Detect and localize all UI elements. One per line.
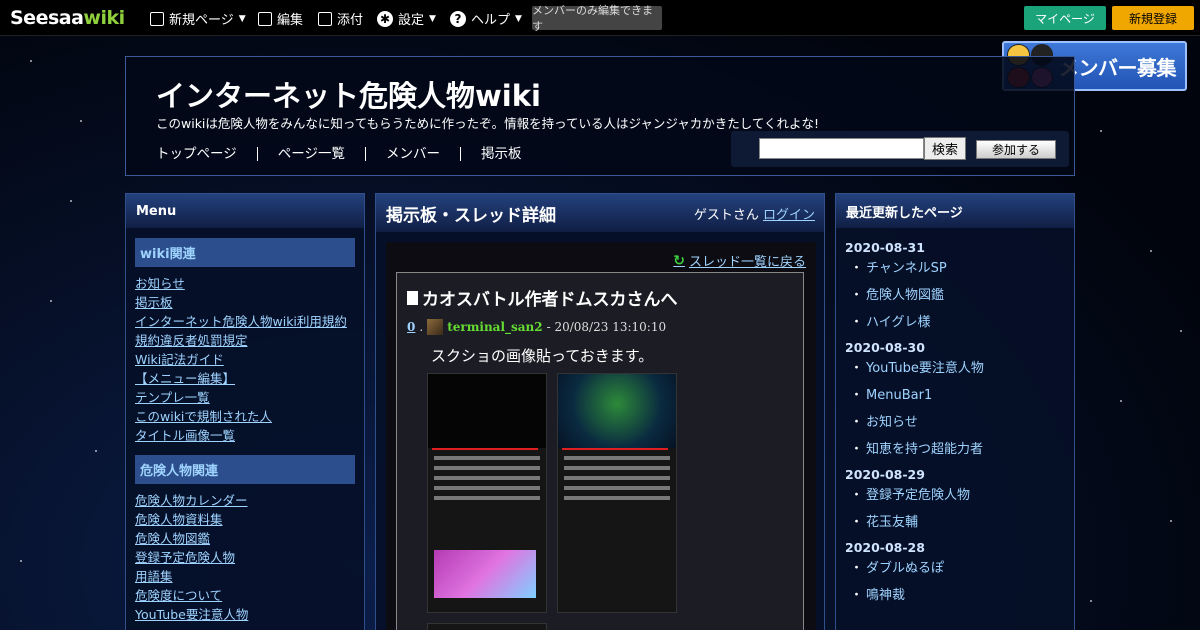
menu-link[interactable]: お知らせ [135,276,185,291]
recent-title: 最近更新したページ [836,194,1074,228]
thread-area: ↻ スレッド一覧に戻る カオスバトル作者ドムスカさんへ 0 . terminal… [386,242,816,630]
join-button[interactable]: 参加する [976,140,1056,159]
gear-icon: ✱ [377,10,393,27]
menu-link[interactable]: Wiki記法ガイド [135,352,224,367]
date-heading: 2020-08-29 [845,467,925,482]
post-number-link[interactable]: 0 [407,320,415,334]
post-author: terminal_san2 [447,320,543,334]
left-menu-panel: Menu wiki関連 お知らせ 掲示板 インターネット危険人物wiki利用規約… [125,193,365,630]
recent-page-link[interactable]: 登録予定危険人物 [850,482,1074,509]
mypage-button[interactable]: マイページ [1024,6,1106,30]
menu-link[interactable]: このwikiで規制された人 [135,409,272,424]
menu-link[interactable]: タイトル画像一覧 [135,428,235,443]
caret-down-icon: ▼ [515,13,522,24]
recent-page-link[interactable]: お知らせ [850,409,1074,436]
menu-link[interactable]: 【メニュー編集】 [135,371,235,386]
date-heading: 2020-08-28 [845,540,925,555]
nav-members[interactable]: メンバー [364,147,460,161]
recent-page-link[interactable]: MenuBar1 [850,382,1074,409]
thread-panel: 掲示板・スレッド詳細 ゲストさん ログイン ↻ スレッド一覧に戻る カオスバトル… [375,193,825,630]
recent-page-link[interactable]: 知恵を持つ超能力者 [850,436,1074,463]
nav-top-page[interactable]: トップページ [156,147,257,161]
global-nav: トップページ ページ一覧 メンバー 掲示板 [156,147,541,161]
signup-button[interactable]: 新規登録 [1112,6,1194,30]
menu-link[interactable]: 規約違反者処罰規定 [135,333,248,348]
nav-board[interactable]: 掲示板 [459,147,542,161]
site-description: このwikiは危険人物をみんなに知ってもらうために作ったぞ。情報を持っている人は… [156,116,820,131]
recent-page-link[interactable]: 鳴神裁 [850,582,1074,609]
recent-page-link[interactable]: 花玉友輔 [850,509,1074,536]
search-button[interactable]: 検索 [924,137,966,160]
help-menu[interactable]: ? ヘルプ ▼ [450,9,522,28]
page-title: 掲示板・スレッド詳細 [386,205,556,226]
thread-box: カオスバトル作者ドムスカさんへ 0 . terminal_san2 - 20/0… [396,272,804,630]
recent-page-link[interactable]: ハイグレ様 [850,309,1074,336]
guest-status: ゲストさん ログイン [693,207,815,223]
search-input[interactable] [759,138,924,159]
menu-title: Menu [126,194,364,228]
menu-link[interactable]: 掲示板 [135,295,173,310]
menu-list-dangerous: 危険人物カレンダー 危険人物資料集 危険人物図鑑 登録予定危険人物 用語集 危険… [135,491,364,624]
recent-updates-panel: 最近更新したページ 2020-08-31 チャンネルSP 危険人物図鑑 ハイグレ… [835,193,1075,630]
screenshot-image[interactable] [427,623,547,630]
menu-link[interactable]: テンプレ一覧 [135,390,210,405]
return-arrow-icon: ↻ [673,252,685,269]
thread-panel-header: 掲示板・スレッド詳細 ゲストさん ログイン [376,194,824,232]
menu-section-dangerous: 危険人物関連 [135,455,355,484]
post-body: スクショの画像貼っておきます。 [431,347,654,365]
avatar [427,319,444,335]
top-navigation-bar: Seesaawiki 新規ページ ▼ 編集 添付 ✱ 設定 ▼ ? ヘルプ ▼ メンバ… [0,0,1200,36]
settings-menu[interactable]: ✱ 設定 ▼ [377,9,436,28]
menu-link[interactable]: 危険人物カレンダー [135,493,248,508]
recent-page-link[interactable]: YouTube要注意人物 [850,355,1074,382]
menu-link[interactable]: 危険人物資料集 [135,512,223,527]
seesaa-wiki-logo[interactable]: Seesaawiki [10,7,125,29]
members-only-badge: メンバーのみ編集できます [532,4,662,33]
image-icon [318,11,332,26]
caret-down-icon: ▼ [238,13,246,24]
list-icon [150,11,164,26]
new-page-menu[interactable]: 新規ページ ▼ [150,9,246,28]
search-area: 検索 参加する [731,131,1069,167]
recent-page-link[interactable]: チャンネルSP [850,255,1074,282]
menu-link[interactable]: 危険度について [135,588,222,603]
menu-link[interactable]: 用語集 [135,569,173,584]
document-icon [407,290,418,305]
edit-button[interactable]: 編集 [258,9,303,28]
thread-title: カオスバトル作者ドムスカさんへ [407,285,678,310]
help-icon: ? [450,10,466,27]
attach-button[interactable]: 添付 [318,9,363,28]
date-heading: 2020-08-30 [845,340,925,355]
menu-section-wiki: wiki関連 [135,238,355,267]
post-meta: 0 . terminal_san2 - 20/08/23 13:10:10 [407,319,667,335]
screenshot-image[interactable] [557,373,677,613]
nav-page-list[interactable]: ページ一覧 [256,147,365,161]
menu-link[interactable]: インターネット危険人物wiki利用規約 [135,314,347,329]
site-header: インターネット危険人物wiki このwikiは危険人物をみんなに知ってもらうため… [125,56,1075,176]
edit-icon [258,11,272,26]
menu-list-wiki: お知らせ 掲示板 インターネット危険人物wiki利用規約 規約違反者処罰規定 W… [135,274,364,445]
login-link[interactable]: ログイン [763,208,815,223]
recent-page-link[interactable]: 危険人物図鑑 [850,282,1074,309]
post-timestamp: - 20/08/23 13:10:10 [546,320,667,334]
date-heading: 2020-08-31 [845,240,925,255]
site-title[interactable]: インターネット危険人物wiki [156,73,541,115]
back-to-thread-list-link[interactable]: ↻ スレッド一覧に戻る [673,251,806,271]
menu-link[interactable]: 危険人物図鑑 [135,531,210,546]
recent-page-link[interactable]: ダブルぬるぽ [850,555,1074,582]
screenshot-image[interactable] [427,373,547,613]
caret-down-icon: ▼ [429,13,436,24]
menu-link[interactable]: YouTube要注意人物 [135,607,248,622]
menu-link[interactable]: 登録予定危険人物 [135,550,235,565]
